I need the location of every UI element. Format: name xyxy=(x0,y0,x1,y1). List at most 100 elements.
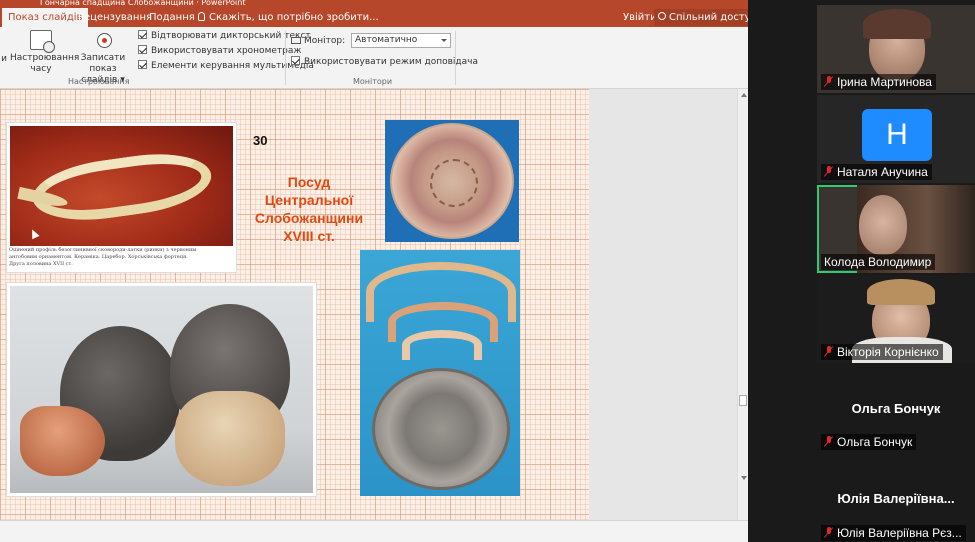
participant-name-text: Вікторія Корнієнко xyxy=(837,345,939,359)
caption-line: Оцінений профіль безоглинивної сковороди… xyxy=(9,247,197,253)
presenter-view-label: Використовувати режим доповідача xyxy=(304,57,478,67)
checkbox-checked-icon xyxy=(138,45,147,54)
play-narrations-label: Відтворювати дикторський текст xyxy=(151,31,311,41)
lightbulb-icon xyxy=(198,12,205,21)
rim-shard-shape xyxy=(402,330,482,360)
monitor-label-text: Монітор: xyxy=(304,36,346,46)
monitor-select[interactable]: Автоматично xyxy=(351,33,451,48)
participant-tile[interactable]: Юлія Валеріївна... Юлія Валеріївна Рєз..… xyxy=(817,455,975,542)
mic-muted-icon xyxy=(824,166,833,177)
tell-me-text: Скажіть, що потрібно зробити... xyxy=(209,12,379,23)
participant-tile[interactable]: Ірина Мартинова xyxy=(817,5,975,93)
scroll-thumb[interactable] xyxy=(739,395,747,406)
participant-name-text: Юлія Валеріївна Рєз... xyxy=(837,526,962,540)
hair-shape xyxy=(863,9,931,39)
group-divider xyxy=(455,31,456,85)
share-button[interactable]: Спільний доступ xyxy=(654,9,748,26)
monitor-label: Монітор: xyxy=(291,36,345,46)
participant-display-name: Ольга Бончук xyxy=(851,401,941,416)
rehearse-timings-label: Настроювання часу xyxy=(10,53,80,74)
group-divider xyxy=(285,31,286,85)
ribbon-panel: и Настроювання часу Записати показ слайд… xyxy=(0,27,748,89)
media-controls-label: Елементи керування мультимедіа xyxy=(151,61,314,71)
grey-dish-shape xyxy=(372,368,510,490)
plate-shape xyxy=(390,123,514,239)
group-label-setup: Настроювання xyxy=(68,77,130,86)
participant-name-text: Наталя Анучина xyxy=(837,165,928,179)
checkbox-checked-icon xyxy=(138,30,147,39)
status-bar xyxy=(0,520,748,542)
face-shape xyxy=(859,195,907,255)
screen: Гончарна спадщина Слобожанщини · PowerPo… xyxy=(0,0,975,542)
title-line: XVIII ст. xyxy=(283,228,335,244)
mic-muted-icon xyxy=(824,346,833,357)
caption-line: Друга половина XVII ст. xyxy=(9,261,73,267)
monitor-icon xyxy=(291,37,301,44)
participant-name: Юлія Валеріївна Рєз... xyxy=(821,525,966,541)
vertical-scrollbar[interactable] xyxy=(737,89,748,520)
participant-tile[interactable]: Ольга Бончук Ольга Бончук xyxy=(817,365,975,453)
participant-display-name: Юлія Валеріївна... xyxy=(837,491,955,506)
mic-muted-icon xyxy=(824,527,833,538)
partial-button[interactable]: и xyxy=(0,54,8,65)
participant-name: Вікторія Корнієнко xyxy=(821,344,943,360)
checkbox-presenter-view[interactable]: Використовувати режим доповідача xyxy=(291,56,478,68)
monitor-select-value: Автоматично xyxy=(355,35,418,45)
photo-caption: Оцінений профіль безоглинивної сковороди… xyxy=(9,247,233,268)
shards-image xyxy=(360,250,520,496)
checkbox-checked-icon xyxy=(138,60,147,69)
orange-bowl-shape xyxy=(20,406,105,476)
pan-shape xyxy=(28,145,216,229)
record-icon xyxy=(92,30,114,50)
chevron-down-icon xyxy=(441,39,447,42)
participant-tile[interactable]: Н Наталя Анучина xyxy=(817,95,975,183)
slide-workspace: Оцінений профіль безоглинивної сковороди… xyxy=(0,89,737,520)
photo-plate xyxy=(385,120,519,242)
slide-canvas[interactable]: Оцінений профіль безоглинивної сковороди… xyxy=(0,89,589,520)
participant-tile[interactable]: Вікторія Корнієнко xyxy=(817,275,975,363)
checkbox-use-timings[interactable]: Використовувати хронометраж xyxy=(138,45,301,57)
participant-name: Ірина Мартинова xyxy=(821,74,936,90)
sign-in-link[interactable]: Увійти xyxy=(623,8,657,27)
frying-pan-image xyxy=(10,126,233,246)
participant-name-text: Ольга Бончук xyxy=(837,435,913,449)
participant-name-text: Ірина Мартинова xyxy=(837,75,932,89)
photo-shards xyxy=(360,250,520,496)
group-label-monitors: Монітори xyxy=(353,77,393,86)
scroll-up-icon[interactable] xyxy=(741,93,747,97)
person-icon xyxy=(658,12,666,20)
pots-image xyxy=(10,286,313,493)
slide-number: 30 xyxy=(253,133,268,148)
use-timings-label: Використовувати хронометраж xyxy=(151,46,302,56)
title-line: Посуд xyxy=(287,174,331,190)
checkbox-media-controls[interactable]: Елементи керування мультимедіа xyxy=(138,60,314,72)
mic-muted-icon xyxy=(824,436,833,447)
light-jug-shape xyxy=(175,391,285,486)
title-line: Слобожанщини xyxy=(254,210,364,226)
window-title: Гончарна спадщина Слобожанщини · PowerPo… xyxy=(0,0,748,8)
share-label: Спільний доступ xyxy=(669,12,748,23)
photo-frying-pan: Оцінений профіль безоглинивної сковороди… xyxy=(7,123,236,272)
ribbon-tabs: Показ слайдів Рецензування Подання Скажі… xyxy=(0,8,748,27)
title-line: Центральної xyxy=(264,192,354,208)
photo-pots xyxy=(7,283,316,496)
tell-me-box[interactable]: Скажіть, що потрібно зробити... xyxy=(198,8,379,27)
participant-name: Наталя Анучина xyxy=(821,164,932,180)
participant-name: Колода Володимир xyxy=(821,254,936,270)
mic-muted-icon xyxy=(824,76,833,87)
hair-shape xyxy=(867,279,935,305)
plate-image xyxy=(385,120,519,242)
timing-icon xyxy=(30,30,55,53)
tab-view[interactable]: Подання xyxy=(143,8,201,27)
rehearse-timings-button[interactable]: Настроювання часу xyxy=(10,30,79,75)
participant-tile-active[interactable]: Колода Володимир xyxy=(817,185,975,273)
slide-title: Посуд Центральної Слобожанщини XVIII ст. xyxy=(246,173,372,245)
participants-panel: Ірина Мартинова Н Наталя Анучина Колода … xyxy=(748,0,975,542)
caption-line: ангобовим орнаментом. Кераміка. Царебор.… xyxy=(9,254,188,260)
checkbox-checked-icon xyxy=(291,56,300,65)
participant-name-text: Колода Володимир xyxy=(824,255,932,269)
scroll-down-icon[interactable] xyxy=(741,476,747,480)
powerpoint-window: Гончарна спадщина Слобожанщини · PowerPo… xyxy=(0,0,748,542)
participant-name: Ольга Бончук xyxy=(821,434,917,450)
avatar: Н xyxy=(862,109,932,161)
